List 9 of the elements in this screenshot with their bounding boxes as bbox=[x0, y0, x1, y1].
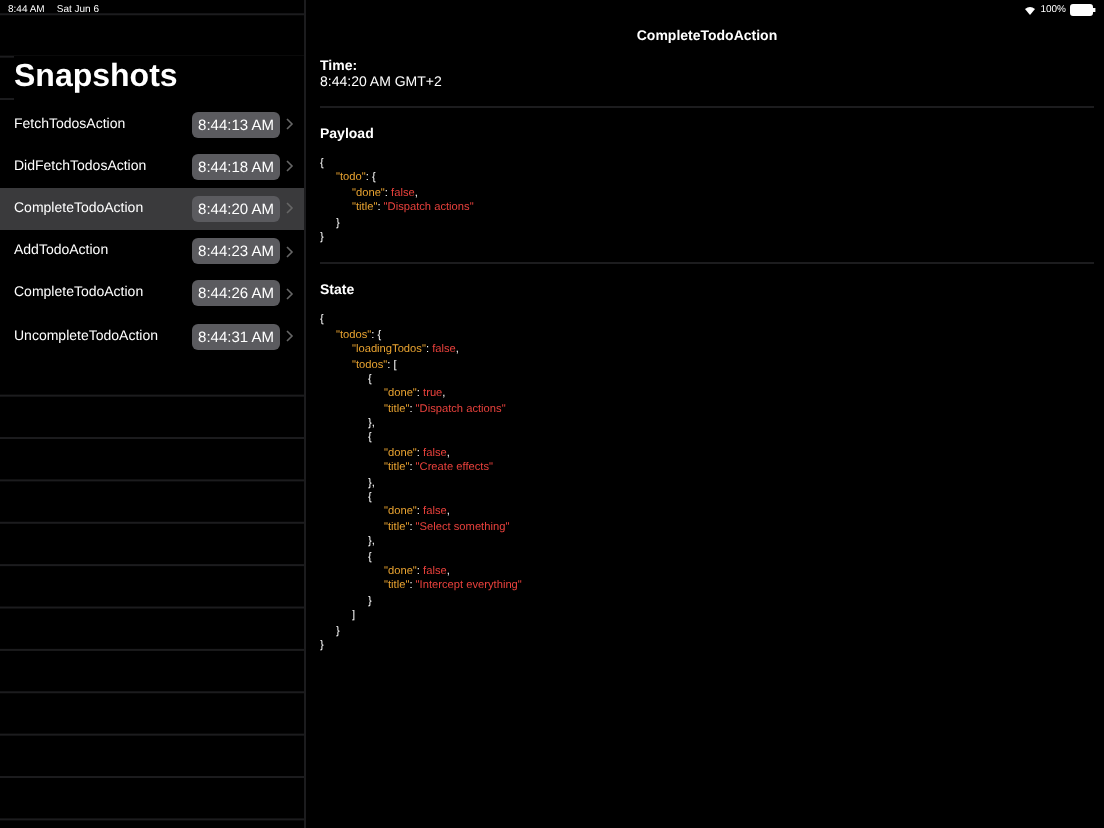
chevron-icon bbox=[286, 330, 294, 343]
chevron-icon bbox=[286, 287, 294, 300]
chevron-icon bbox=[286, 202, 294, 215]
chevron-icon bbox=[286, 118, 294, 131]
wifi-icon bbox=[1024, 5, 1037, 15]
chevron-icon bbox=[286, 245, 294, 258]
sidebar-title: Snapshots bbox=[14, 56, 304, 100]
chevron-icon bbox=[286, 160, 294, 173]
battery-icon bbox=[1070, 4, 1096, 16]
